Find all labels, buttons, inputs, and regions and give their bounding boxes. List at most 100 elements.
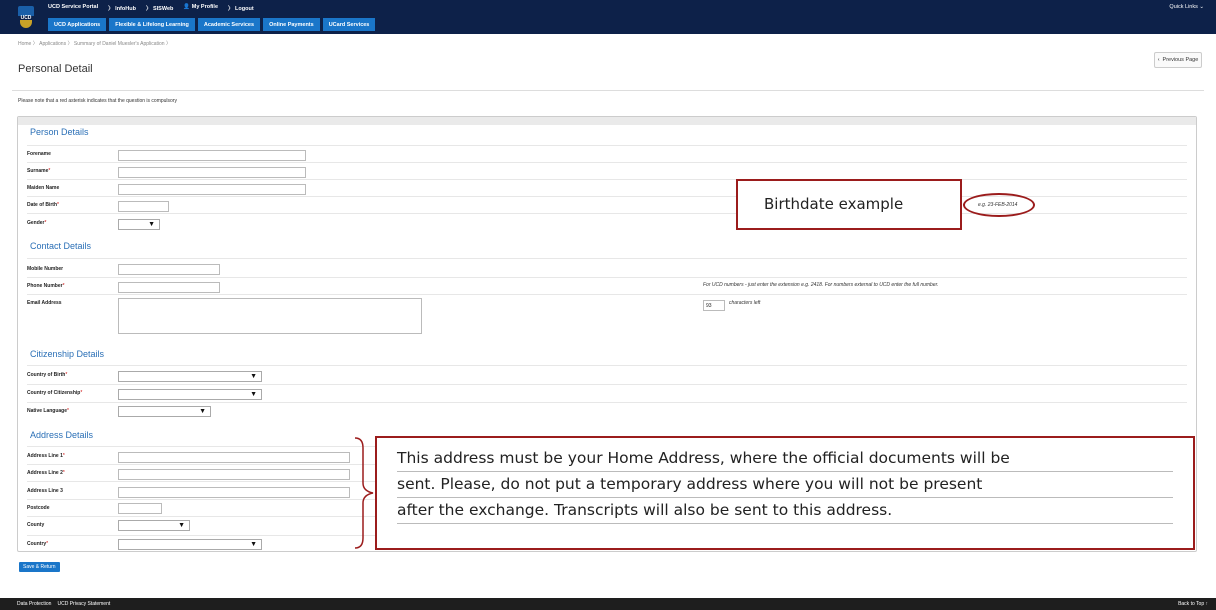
label-address-line-3: Address Line 3 [27, 488, 63, 494]
mobile-number-input[interactable] [118, 264, 220, 275]
panel-header [18, 117, 1196, 125]
address-callout-line-2: sent. Please, do not put a temporary add… [397, 472, 1173, 498]
previous-page-label: Previous Page [1162, 57, 1199, 63]
link-privacy-statement[interactable]: UCD Privacy Statement [57, 601, 110, 607]
gender-select[interactable]: ▼ [118, 219, 160, 230]
dob-example-highlight-oval [963, 193, 1035, 217]
label-dob-text: Date of Birth [27, 202, 57, 208]
footer-links: Data Protection UCD Privacy Statement [17, 601, 110, 607]
label-postcode-text: Postcode [27, 505, 50, 511]
label-addr2-text: Address Line 2 [27, 470, 63, 476]
address-callout-line-1: This address must be your Home Address, … [397, 446, 1173, 472]
required-asterisk: * [46, 541, 49, 547]
link-service-portal[interactable]: UCD Service Portal [48, 4, 98, 12]
breadcrumb[interactable]: Home 〉 Applications 〉 Summary of Daniel … [18, 40, 171, 47]
label-forename: Forename [27, 151, 51, 157]
page-title: Personal Detail [18, 63, 93, 75]
address-line-2-input[interactable] [118, 469, 350, 480]
country-select[interactable]: ▼ [118, 539, 262, 550]
label-mobile-number: Mobile Number [27, 266, 63, 272]
email-address-textarea[interactable] [118, 298, 422, 334]
label-phone-number: Phone Number* [27, 283, 65, 289]
label-forename-text: Forename [27, 151, 51, 157]
dropdown-arrow-icon: ▼ [250, 541, 257, 548]
surname-input[interactable] [118, 167, 306, 178]
address-line-1-input[interactable] [118, 452, 350, 463]
required-asterisk: * [67, 408, 69, 414]
postcode-input[interactable] [118, 503, 162, 514]
label-country-text: Country [27, 541, 47, 547]
link-logout[interactable]: 〉 Logout [228, 4, 254, 12]
address-callout-line-3: after the exchange. Transcripts will als… [397, 498, 1173, 524]
country-of-citizenship-select[interactable]: ▼ [118, 389, 262, 400]
label-citizenship-text: Country of Citizenship [27, 390, 81, 396]
phone-help-text: For UCD numbers - just enter the extensi… [703, 282, 939, 288]
label-maiden-text: Maiden Name [27, 185, 60, 191]
footer: Data Protection UCD Privacy Statement Ba… [0, 598, 1216, 610]
dropdown-arrow-icon: ▼ [148, 221, 155, 228]
label-surname-text: Surname [27, 168, 49, 174]
tab-academic-services[interactable]: Academic Services [197, 18, 261, 31]
section-contact-details: Contact Details [30, 241, 92, 251]
label-county-text: County [27, 522, 45, 528]
required-asterisk: * [62, 470, 65, 476]
back-to-top-link[interactable]: Back to Top ↑ [1178, 601, 1208, 607]
native-language-select[interactable]: ▼ [118, 406, 211, 417]
county-select[interactable]: ▼ [118, 520, 190, 531]
characters-left-counter: 93 [703, 300, 725, 311]
top-header: UCD UCD Service Portal 〉 InfoHub 〉 SISWe… [0, 0, 1216, 34]
dropdown-arrow-icon: ▼ [250, 391, 257, 398]
required-asterisk: * [57, 202, 59, 208]
label-country: Country* [27, 541, 48, 547]
address-line-3-input[interactable] [118, 487, 350, 498]
nav-tabs: UCD Applications Flexible & Lifelong Lea… [48, 18, 376, 31]
label-addr1-text: Address Line 1 [27, 453, 63, 459]
maiden-name-input[interactable] [118, 184, 306, 195]
divider [12, 90, 1204, 91]
required-asterisk: * [48, 168, 51, 174]
section-person-details: Person Details [30, 127, 89, 137]
country-of-birth-select[interactable]: ▼ [118, 371, 262, 382]
dropdown-arrow-icon: ▼ [178, 522, 185, 529]
label-native-language: Native Language* [27, 408, 69, 414]
compulsory-note: Please note that a red asterisk indicate… [18, 98, 177, 104]
tab-online-payments[interactable]: Online Payments [263, 18, 320, 31]
label-country-of-birth: Country of Birth* [27, 372, 67, 378]
link-data-protection[interactable]: Data Protection [17, 601, 51, 607]
label-email-address: Email Address [27, 300, 62, 306]
label-gender: Gender* [27, 220, 46, 226]
top-links: UCD Service Portal 〉 InfoHub 〉 SISWeb 👤 … [48, 4, 254, 12]
required-asterisk: * [62, 283, 65, 289]
required-asterisk: * [80, 390, 83, 396]
label-date-of-birth: Date of Birth* [27, 202, 59, 208]
label-address-line-1: Address Line 1* [27, 453, 65, 459]
required-asterisk: * [44, 220, 47, 226]
tab-flexible-learning[interactable]: Flexible & Lifelong Learning [109, 18, 195, 31]
date-of-birth-input[interactable] [118, 201, 169, 212]
address-instruction-callout: This address must be your Home Address, … [375, 436, 1195, 550]
tab-ucard-services[interactable]: UCard Services [322, 18, 376, 31]
phone-number-input[interactable] [118, 282, 220, 293]
forename-input[interactable] [118, 150, 306, 161]
label-email-text: Email Address [27, 300, 62, 306]
dropdown-arrow-icon: ▼ [250, 373, 257, 380]
ucd-logo[interactable]: UCD [18, 6, 34, 30]
label-gender-text: Gender [27, 220, 45, 226]
label-phone-text: Phone Number [27, 283, 63, 289]
link-infohub[interactable]: 〉 InfoHub [108, 4, 136, 12]
label-postcode: Postcode [27, 505, 50, 511]
label-maiden-name: Maiden Name [27, 185, 59, 191]
link-sisweb[interactable]: 〉 SISWeb [146, 4, 173, 12]
label-address-line-2: Address Line 2* [27, 470, 65, 476]
link-my-profile[interactable]: 👤 My Profile [183, 4, 218, 12]
chevron-left-icon: ‹ [1157, 57, 1160, 63]
dropdown-arrow-icon: ▼ [199, 408, 206, 415]
label-country-of-citizenship: Country of Citizenship* [27, 390, 82, 396]
tab-ucd-applications[interactable]: UCD Applications [48, 18, 107, 31]
label-mobile-text: Mobile Number [27, 266, 64, 272]
previous-page-button[interactable]: ‹ Previous Page [1154, 52, 1202, 68]
save-and-return-button[interactable]: Save & Return [19, 562, 60, 572]
label-surname: Surname* [27, 168, 50, 174]
quick-links-menu[interactable]: Quick Links ⌄ [1169, 4, 1204, 10]
label-native-language-text: Native Language [27, 408, 68, 414]
